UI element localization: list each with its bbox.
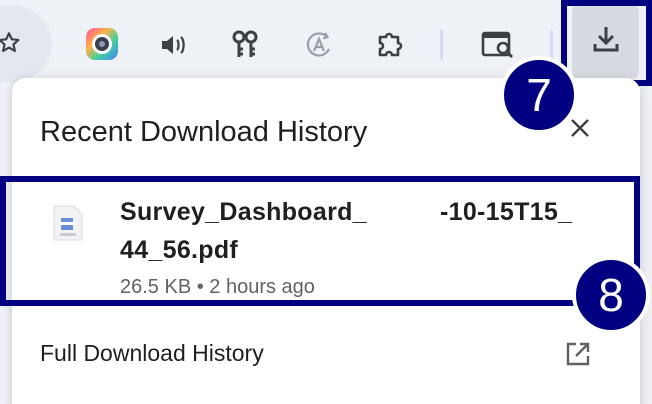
toolbar-separator: [440, 30, 443, 60]
callout-badge-8: 8: [572, 256, 650, 334]
translate-icon[interactable]: [302, 28, 336, 62]
close-icon: [569, 117, 591, 144]
download-button-highlight: [561, 0, 652, 86]
callout-badge-7: 7: [500, 56, 578, 134]
colorful-extension-icon[interactable]: [84, 26, 120, 62]
close-button[interactable]: [568, 118, 592, 142]
browser-window: Recent Download History Survey_Dashboard…: [0, 0, 652, 404]
popup-title: Recent Download History: [40, 116, 368, 148]
speaker-icon[interactable]: [158, 30, 190, 60]
puzzle-icon[interactable]: [372, 26, 408, 62]
download-item-highlight: [0, 176, 640, 306]
keys-icon[interactable]: [230, 28, 262, 62]
search-page-icon[interactable]: [480, 28, 516, 62]
full-download-history-link[interactable]: Full Download History: [40, 340, 264, 367]
toolbar-separator: [550, 30, 553, 60]
star-icon[interactable]: [0, 28, 24, 58]
open-external-icon[interactable]: [564, 340, 592, 368]
